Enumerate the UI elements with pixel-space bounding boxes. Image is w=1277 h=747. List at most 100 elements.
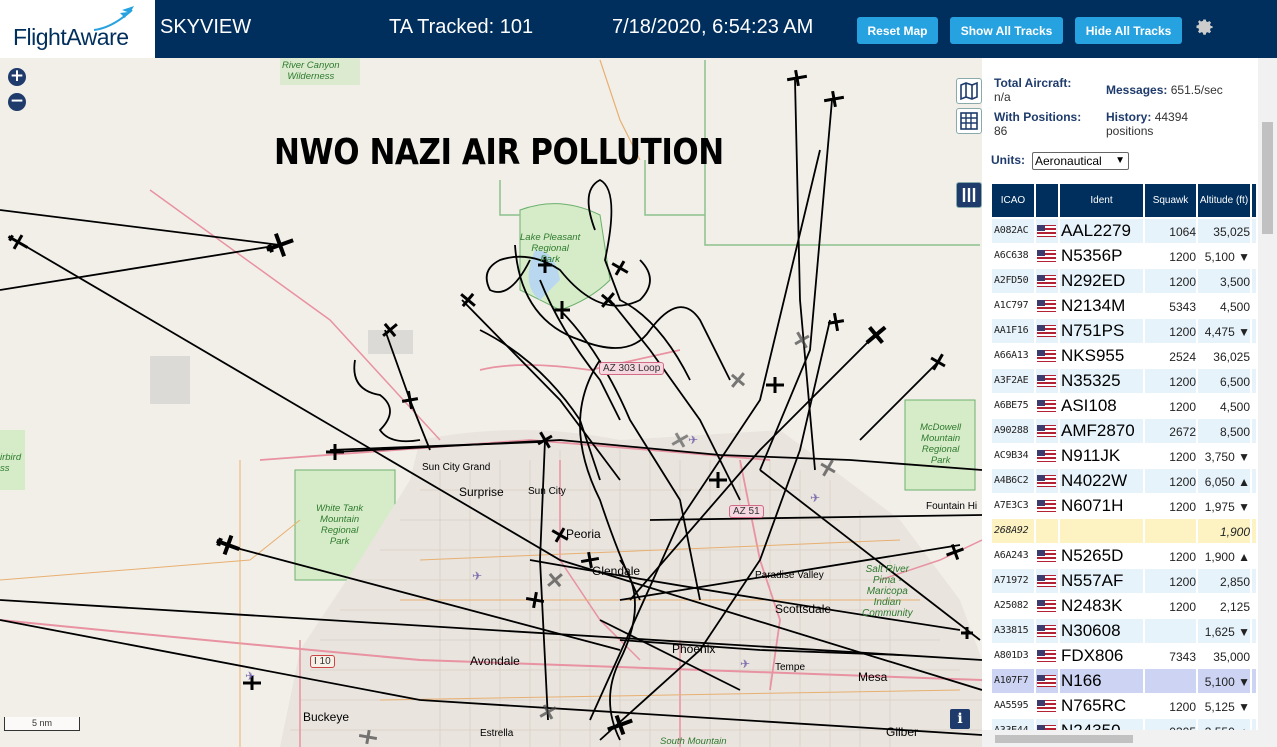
- label-mcdowell: McDowell Mountain Regional Park: [920, 422, 962, 466]
- cell-divider: [1250, 519, 1252, 543]
- cell-divider: [1058, 344, 1060, 368]
- col-header-flag[interactable]: [1036, 184, 1058, 217]
- label-paradise-valley: Paradise Valley: [755, 570, 824, 581]
- table-row[interactable]: A25082 N2483K 1200 2,125: [992, 594, 1256, 618]
- cell-divider: [1196, 444, 1198, 468]
- table-row[interactable]: A107F7 N166 5,100 ▼: [992, 669, 1256, 693]
- cell-divider: [1250, 319, 1252, 343]
- cell-squawk: 1200: [1169, 275, 1196, 289]
- settings-gear-icon[interactable]: [1192, 15, 1216, 39]
- cell-divider: [1058, 569, 1060, 593]
- map-layers-button[interactable]: [956, 78, 982, 104]
- cell-squawk: 1200: [1169, 600, 1196, 614]
- table-row[interactable]: AC9B34 N911JK 1200 3,750 ▼: [992, 444, 1256, 468]
- cell-divider: [1034, 244, 1036, 268]
- table-row[interactable]: A7E3C3 N6071H 1200 1,975 ▼: [992, 494, 1256, 518]
- cell-divider: [1034, 319, 1036, 343]
- tracked-count: TA Tracked: 101: [389, 16, 534, 38]
- svg-text:✈: ✈: [245, 669, 255, 683]
- cell-divider: [1196, 394, 1198, 418]
- cell-divider: [1196, 294, 1198, 318]
- label-az303: AZ 303 Loop: [599, 362, 665, 375]
- cell-divider: [1196, 344, 1198, 368]
- table-row[interactable]: A3F2AE N35325 1200 6,500: [992, 369, 1256, 393]
- zoom-in-button[interactable]: +: [8, 68, 26, 86]
- aircraft-sidebar: Total Aircraft: n/a Messages: 651.5/sec …: [982, 58, 1277, 747]
- table-row[interactable]: A90288 AMF2870 2672 8,500: [992, 419, 1256, 443]
- cell-altitude: 3,750 ▼: [1204, 450, 1250, 464]
- units-select[interactable]: Aeronautical ▼: [1032, 152, 1129, 170]
- reset-map-button[interactable]: Reset Map: [857, 17, 938, 44]
- svg-text:✈: ✈: [810, 491, 820, 505]
- cell-divider: [1058, 294, 1060, 318]
- table-row[interactable]: A71972 N557AF 1200 2,850: [992, 569, 1256, 593]
- total-aircraft-value: n/a: [994, 90, 1011, 104]
- cell-ident: NKS955: [1061, 346, 1125, 365]
- top-bar: FlightAware SKYVIEW TA Tracked: 101 7/18…: [0, 0, 1277, 58]
- messages-label: Messages:: [1106, 83, 1168, 97]
- table-row[interactable]: A66A13 NKS955 2524 36,025: [992, 344, 1256, 368]
- col-header-altitude[interactable]: Altitude (ft): [1198, 184, 1250, 217]
- label-gilbert: Gilber: [886, 725, 919, 739]
- vertical-scroll-thumb[interactable]: [1262, 122, 1273, 234]
- horizontal-scroll-thumb[interactable]: [995, 735, 1133, 743]
- table-row[interactable]: A33815 N30608 1,625 ▼: [992, 619, 1256, 643]
- table-row[interactable]: A6A243 N5265D 1200 1,900 ▲: [992, 544, 1256, 568]
- cell-divider: [1058, 469, 1060, 493]
- cell-altitude: 5,100 ▼: [1204, 675, 1250, 689]
- cell-divider: [1034, 419, 1036, 443]
- cell-divider: [1250, 419, 1252, 443]
- us-flag-icon: [1037, 225, 1056, 237]
- zoom-out-button[interactable]: −: [8, 93, 26, 111]
- total-aircraft-stat: Total Aircraft: n/a: [994, 76, 1071, 104]
- cell-icao: A71972: [994, 575, 1029, 586]
- cell-divider: [1196, 619, 1198, 643]
- cell-divider: [1196, 494, 1198, 518]
- col-header-icao[interactable]: ICAO: [992, 184, 1034, 217]
- cell-divider: [1250, 494, 1252, 518]
- table-row[interactable]: A082AC AAL2279 1064 35,025: [992, 219, 1256, 243]
- cell-icao: A25082: [994, 600, 1029, 611]
- flightaware-logo[interactable]: FlightAware: [0, 0, 155, 58]
- cell-divider: [1058, 369, 1060, 393]
- table-row[interactable]: AA1F16 N751PS 1200 4,475 ▼: [992, 319, 1256, 343]
- messages-stat: Messages: 651.5/sec: [1106, 83, 1223, 97]
- columns-toggle-button[interactable]: [956, 182, 982, 208]
- cell-divider: [1250, 569, 1252, 593]
- cell-divider: [1143, 669, 1145, 693]
- cell-squawk: 1200: [1169, 550, 1196, 564]
- table-row[interactable]: A6C638 N5356P 1200 5,100 ▼: [992, 244, 1256, 268]
- table-row[interactable]: A1C797 N2134M 5343 4,500: [992, 294, 1256, 318]
- table-row[interactable]: A801D3 FDX806 7343 35,000: [992, 644, 1256, 668]
- cell-divider: [1143, 369, 1145, 393]
- cell-divider: [1196, 419, 1198, 443]
- map-canvas[interactable]: ✈ ✈ ✈ ✈ ✈ NWO NAZI AIR POLLUTION River C…: [0, 58, 982, 747]
- cell-icao: AA1F16: [994, 325, 1029, 336]
- cell-divider: [1143, 694, 1145, 718]
- cell-divider: [1196, 594, 1198, 618]
- info-button[interactable]: i: [950, 709, 970, 729]
- label-glendale: Glendale: [592, 564, 641, 578]
- table-row[interactable]: A6BE75 ASI108 1200 4,500: [992, 394, 1256, 418]
- cell-divider: [1058, 244, 1060, 268]
- cell-ident: N557AF: [1061, 571, 1124, 590]
- show-all-tracks-button[interactable]: Show All Tracks: [950, 17, 1063, 44]
- cell-divider: [1250, 694, 1252, 718]
- cell-icao: A3F2AE: [994, 375, 1029, 386]
- cell-icao: A90288: [994, 425, 1029, 436]
- cell-ident: N765RC: [1061, 696, 1127, 715]
- cell-divider: [1250, 219, 1252, 243]
- cell-divider: [1058, 619, 1060, 643]
- cell-altitude: 2,850: [1219, 575, 1250, 589]
- hide-all-tracks-button[interactable]: Hide All Tracks: [1075, 17, 1182, 44]
- col-header-squawk[interactable]: Squawk: [1145, 184, 1196, 217]
- table-row[interactable]: 268A92 1,900: [992, 519, 1256, 543]
- table-row[interactable]: A4B6C2 N4022W 1200 6,050 ▲: [992, 469, 1256, 493]
- table-row[interactable]: AA5595 N765RC 1200 5,125 ▼: [992, 694, 1256, 718]
- table-row[interactable]: A2FD50 N292ED 1200 3,500: [992, 269, 1256, 293]
- overlay-banner-text: NWO NAZI AIR POLLUTION: [274, 132, 724, 173]
- cell-ident: N5265D: [1061, 546, 1124, 565]
- cell-divider: [1143, 219, 1145, 243]
- col-header-ident[interactable]: Ident: [1060, 184, 1143, 217]
- map-grid-button[interactable]: [956, 108, 982, 134]
